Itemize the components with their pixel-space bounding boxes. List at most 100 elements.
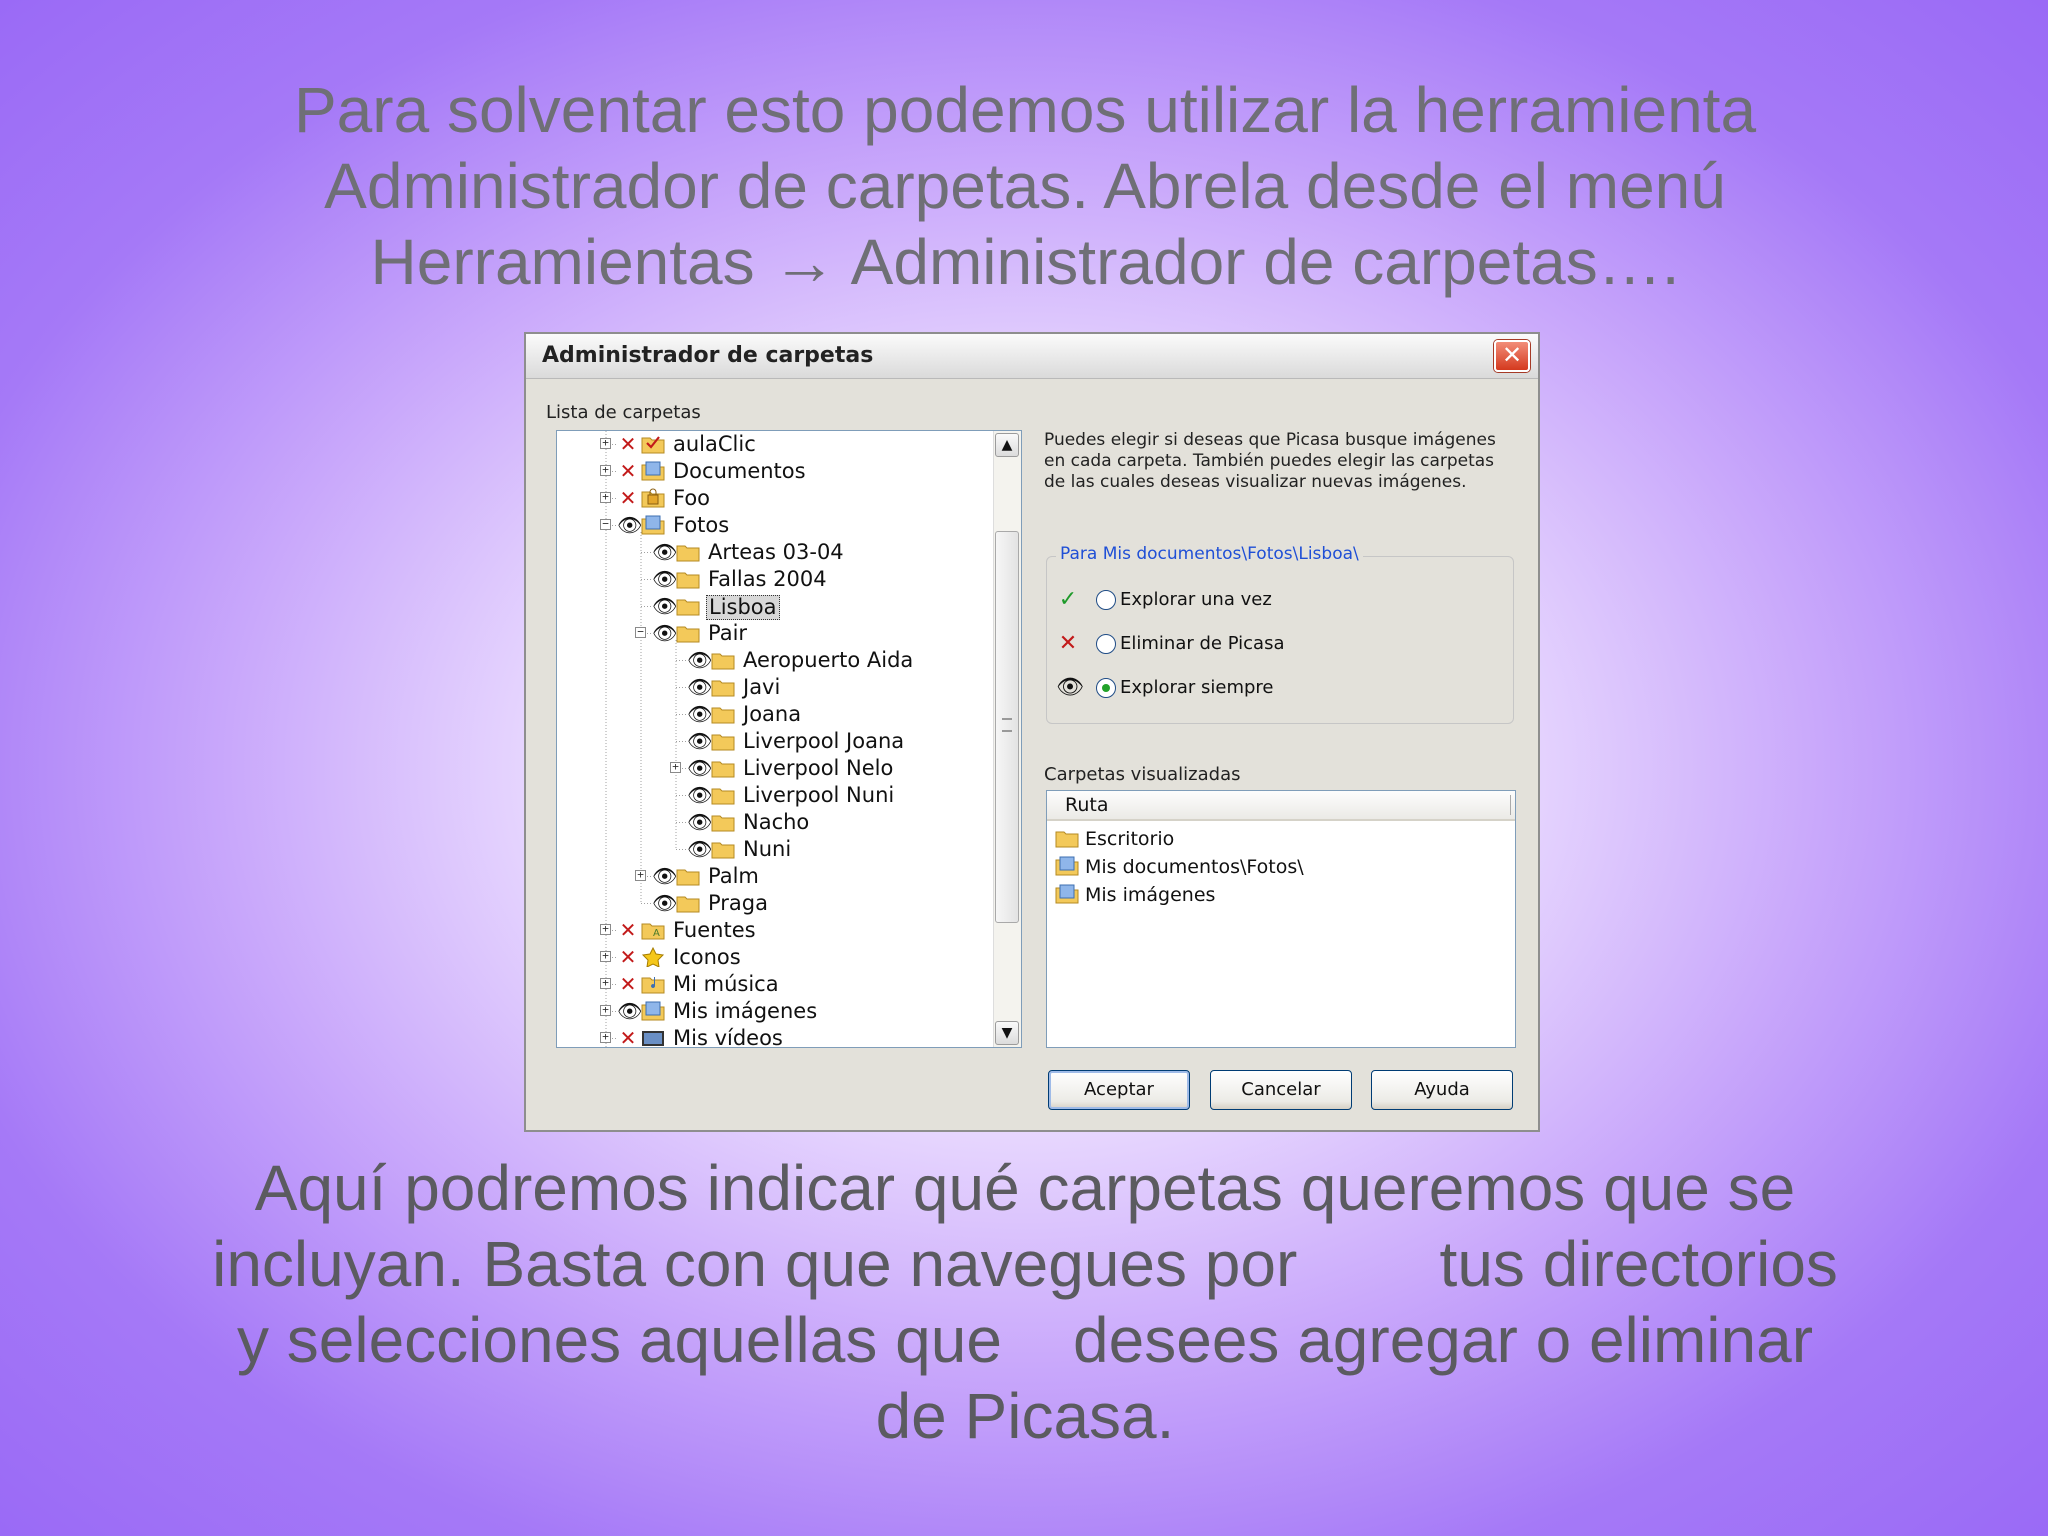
watched-folders-list[interactable]: Ruta Escritorio Mis documentos\Fotos\ Mi… — [1046, 790, 1516, 1048]
check-icon: ✓ — [1058, 587, 1078, 612]
tree-row[interactable]: 👁 Fallas 2004 — [557, 566, 995, 593]
accept-button[interactable]: Aceptar — [1048, 1070, 1190, 1110]
eye-icon[interactable]: 👁 — [687, 756, 712, 780]
expand-icon[interactable]: + — [670, 761, 681, 773]
collapse-icon[interactable]: − — [600, 518, 611, 530]
help-button[interactable]: Ayuda — [1371, 1070, 1513, 1110]
expand-icon[interactable]: + — [600, 437, 611, 449]
scroll-down-button[interactable]: ▼ — [995, 1021, 1019, 1045]
tree-row[interactable]: + ✕ Iconos — [557, 944, 995, 971]
chevron-down-icon: ▼ — [1001, 1025, 1013, 1041]
expand-icon[interactable]: + — [600, 1031, 611, 1043]
folder-icon — [676, 869, 700, 886]
eye-icon[interactable]: 👁 — [687, 648, 712, 672]
folder-icon — [711, 707, 735, 724]
scroll-up-button[interactable]: ▲ — [995, 433, 1019, 457]
tree-row[interactable]: 👁 Aeropuerto Aida — [557, 647, 995, 674]
eye-icon[interactable]: 👁 — [687, 837, 712, 861]
tree-row[interactable]: 👁 Lisboa — [557, 593, 995, 620]
folder-icon — [676, 572, 700, 589]
tree-row[interactable]: + 👁 Mis imágenes — [557, 998, 995, 1025]
eye-icon[interactable]: 👁 — [687, 729, 712, 753]
caption-line: y selecciones aquellas que desees agrega… — [236, 1304, 1814, 1376]
caption-line: de Picasa. — [875, 1380, 1175, 1452]
column-header-label: Ruta — [1065, 794, 1109, 816]
x-icon[interactable]: ✕ — [617, 918, 639, 942]
tree-row[interactable]: + ✕ Foo — [557, 485, 995, 512]
tree-item-label: Liverpool Nelo — [743, 756, 894, 780]
eye-icon[interactable]: 👁 — [617, 513, 642, 537]
cancel-button[interactable]: Cancelar — [1210, 1070, 1352, 1110]
eye-icon[interactable]: 👁 — [652, 594, 677, 618]
folder-icon — [676, 599, 700, 616]
tree-row[interactable]: + ✕ aulaClic — [557, 431, 995, 458]
eye-icon[interactable]: 👁 — [652, 891, 677, 915]
folder-docs-icon — [641, 461, 665, 481]
tree-row[interactable]: 👁 Praga — [557, 890, 995, 917]
eye-icon[interactable]: 👁 — [652, 621, 677, 645]
expand-icon[interactable]: + — [635, 869, 646, 881]
tree-row[interactable]: 👁 Arteas 03-04 — [557, 539, 995, 566]
eye-icon[interactable]: 👁 — [687, 783, 712, 807]
expand-icon[interactable]: + — [600, 491, 611, 503]
radio-remove[interactable] — [1096, 634, 1116, 654]
eye-icon[interactable]: 👁 — [687, 810, 712, 834]
folder-icon — [711, 761, 735, 778]
tree-item-label: Fotos — [673, 513, 730, 537]
tree-row[interactable]: + 👁 Liverpool Nelo — [557, 755, 995, 782]
eye-icon[interactable]: 👁 — [687, 702, 712, 726]
eye-icon[interactable]: 👁 — [652, 540, 677, 564]
close-button[interactable]: ✕ — [1494, 340, 1530, 372]
folder-icon — [711, 815, 735, 832]
folder-icon — [1055, 831, 1079, 848]
option-label: Eliminar de Picasa — [1120, 633, 1285, 654]
folder-icon — [711, 842, 735, 859]
tree-row[interactable]: 👁 Liverpool Nuni — [557, 782, 995, 809]
column-header-path[interactable]: Ruta — [1047, 791, 1515, 821]
expand-icon[interactable]: + — [600, 464, 611, 476]
x-icon[interactable]: ✕ — [617, 432, 639, 456]
collapse-icon[interactable]: − — [635, 626, 646, 638]
caption-line: Aquí podremos indicar qué carpetas quere… — [254, 1152, 1796, 1224]
tree-row[interactable]: 👁 Nacho — [557, 809, 995, 836]
radio-scan-always[interactable] — [1096, 678, 1116, 698]
tree-scrollbar[interactable]: ▲ ▼ — [993, 431, 1021, 1047]
eye-icon[interactable]: 👁 — [652, 567, 677, 591]
eye-icon[interactable]: 👁 — [617, 999, 642, 1023]
list-item-label: Mis imágenes — [1085, 884, 1216, 906]
x-icon[interactable]: ✕ — [617, 459, 639, 483]
tree-row[interactable]: + ✕ A Fuentes — [557, 917, 995, 944]
folder-pictures-icon — [1055, 884, 1079, 904]
eye-icon[interactable]: 👁 — [652, 864, 677, 888]
tree-row[interactable]: 👁 Nuni — [557, 836, 995, 863]
option-label: Explorar una vez — [1120, 589, 1272, 610]
tree-row[interactable]: + ✕ Documentos — [557, 458, 995, 485]
tree-row[interactable]: + ✕ Mis vídeos — [557, 1025, 995, 1047]
tree-row[interactable]: − 👁 Pair — [557, 620, 995, 647]
folder-icon — [711, 734, 735, 751]
tree-row[interactable]: + 👁 Palm — [557, 863, 995, 890]
expand-icon[interactable]: + — [600, 950, 611, 962]
folder-pictures-icon — [641, 515, 665, 535]
scroll-thumb[interactable] — [995, 531, 1019, 923]
radio-scan-once[interactable] — [1096, 590, 1116, 610]
x-icon[interactable]: ✕ — [617, 972, 639, 996]
folder-pictures-icon — [641, 1001, 665, 1021]
tree-item-label: Fallas 2004 — [708, 567, 827, 591]
tree-row[interactable]: + ✕ Mi música — [557, 971, 995, 998]
expand-icon[interactable]: + — [600, 923, 611, 935]
expand-icon[interactable]: + — [600, 977, 611, 989]
x-icon[interactable]: ✕ — [617, 945, 639, 969]
x-icon[interactable]: ✕ — [617, 486, 639, 510]
folder-icon — [676, 896, 700, 913]
tree-row[interactable]: 👁 Liverpool Joana — [557, 728, 995, 755]
tree-item-label: Lisboa — [706, 595, 780, 620]
tree-item-label: Palm — [708, 864, 759, 888]
tree-row[interactable]: 👁 Joana — [557, 701, 995, 728]
tree-row[interactable]: − 👁 Fotos — [557, 512, 995, 539]
folder-tree[interactable]: + ✕ aulaClic + ✕ Documentos + ✕ Foo − 👁 Fotos 👁 Artea… — [556, 430, 1022, 1048]
expand-icon[interactable]: + — [600, 1004, 611, 1016]
eye-icon[interactable]: 👁 — [687, 675, 712, 699]
tree-row[interactable]: 👁 Javi — [557, 674, 995, 701]
x-icon[interactable]: ✕ — [617, 1026, 639, 1047]
